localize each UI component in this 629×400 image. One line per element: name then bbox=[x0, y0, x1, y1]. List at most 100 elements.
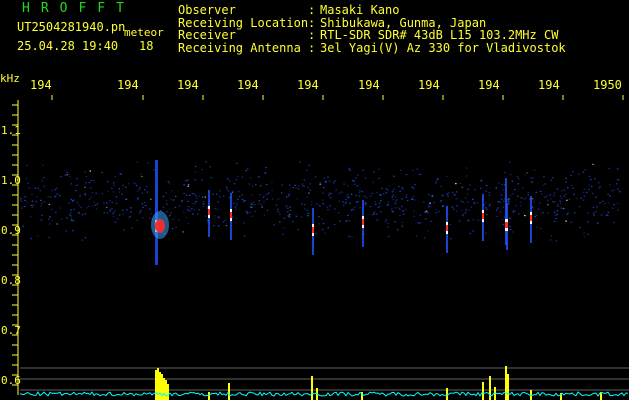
noise-pixel bbox=[532, 177, 534, 179]
noise-pixel bbox=[560, 197, 563, 199]
noise-pixel bbox=[31, 200, 34, 202]
noise-pixel bbox=[552, 201, 554, 203]
noise-pixel bbox=[427, 204, 430, 206]
noise-pixel bbox=[178, 205, 181, 207]
noise-pixel bbox=[186, 194, 188, 196]
noise-pixel bbox=[435, 209, 437, 211]
noise-pixel bbox=[440, 200, 443, 202]
noise-pixel bbox=[590, 185, 593, 188]
noise-pixel bbox=[486, 185, 488, 187]
noise-pixel bbox=[139, 212, 141, 214]
noise-pixel bbox=[92, 180, 95, 182]
noise-pixel bbox=[518, 178, 520, 180]
meteor-core bbox=[446, 225, 448, 231]
noise-pixel bbox=[414, 199, 416, 201]
noise-pixel bbox=[268, 192, 270, 194]
noise-pixel bbox=[125, 186, 127, 188]
meteor-core bbox=[230, 212, 232, 218]
noise-pixel bbox=[348, 235, 351, 237]
noise-pixel bbox=[358, 192, 361, 194]
noise-pixel bbox=[103, 212, 106, 214]
noise-pixel bbox=[145, 185, 148, 188]
noise-pixel bbox=[522, 187, 524, 189]
noise-pixel bbox=[70, 215, 72, 217]
noise-pixel bbox=[258, 200, 261, 202]
noise-pixel bbox=[232, 190, 234, 192]
noise-pixel bbox=[415, 235, 418, 237]
noise-pixel bbox=[391, 208, 393, 210]
noise-pixel bbox=[279, 213, 281, 215]
noise-pixel bbox=[212, 193, 214, 195]
noise-pixel bbox=[51, 220, 53, 222]
noise-pixel bbox=[588, 175, 591, 178]
noise-pixel bbox=[330, 192, 333, 195]
noise-pixel bbox=[288, 184, 291, 186]
noise-pixel bbox=[447, 195, 449, 197]
noise-pixel bbox=[326, 206, 329, 208]
noise-pixel bbox=[401, 225, 404, 227]
noise-pixel bbox=[309, 189, 311, 191]
noise-pixel bbox=[501, 183, 504, 186]
noise-pixel bbox=[187, 209, 189, 211]
noise-pixel bbox=[345, 198, 347, 201]
noise-pixel bbox=[116, 203, 118, 205]
noise-pixel bbox=[405, 194, 408, 196]
noise-pixel bbox=[576, 198, 578, 200]
noise-pixel bbox=[21, 207, 23, 209]
noise-pixel bbox=[169, 214, 171, 216]
noise-pixel bbox=[173, 199, 175, 201]
noise-pixel bbox=[319, 182, 322, 184]
noise-pixel bbox=[114, 202, 117, 204]
noise-pixel bbox=[287, 215, 289, 217]
noise-pixel bbox=[395, 200, 397, 202]
noise-pixel bbox=[321, 199, 324, 201]
noise-pixel bbox=[261, 206, 263, 208]
noise-pixel bbox=[285, 196, 288, 198]
noise-pixel bbox=[217, 201, 219, 203]
noise-pixel bbox=[419, 222, 421, 224]
noise-pixel bbox=[66, 174, 69, 176]
noise-pixel bbox=[306, 209, 308, 211]
noise-pixel bbox=[27, 182, 29, 184]
noise-pixel bbox=[299, 161, 301, 163]
noise-pixel bbox=[596, 206, 598, 208]
noise-pixel bbox=[321, 228, 324, 231]
noise-pixel bbox=[355, 194, 357, 197]
noise-pixel bbox=[387, 189, 389, 191]
noise-pixel bbox=[440, 185, 442, 188]
noise-pixel bbox=[308, 192, 310, 194]
noise-pixel bbox=[412, 169, 414, 172]
noise-pixel bbox=[423, 237, 426, 239]
noise-pixel bbox=[424, 218, 427, 220]
noise-pixel bbox=[473, 202, 475, 204]
noise-pixel bbox=[334, 208, 336, 210]
noise-pixel bbox=[202, 205, 205, 207]
noise-pixel bbox=[189, 210, 191, 212]
noise-pixel bbox=[226, 188, 228, 190]
meteor-core bbox=[530, 215, 532, 221]
noise-pixel bbox=[402, 188, 404, 190]
noise-pixel bbox=[391, 196, 394, 198]
noise-pixel bbox=[462, 201, 465, 204]
noise-pixel bbox=[235, 178, 238, 181]
noise-pixel bbox=[609, 195, 611, 197]
noise-pixel bbox=[442, 204, 444, 207]
noise-pixel bbox=[288, 195, 290, 197]
noise-pixel bbox=[375, 203, 377, 205]
noise-pixel bbox=[187, 185, 189, 187]
noise-pixel bbox=[350, 193, 353, 195]
noise-pixel bbox=[363, 195, 366, 197]
noise-pixel bbox=[517, 195, 519, 197]
noise-pixel bbox=[364, 177, 367, 179]
noise-pixel bbox=[88, 181, 91, 184]
level-bar bbox=[208, 392, 210, 400]
noise-pixel bbox=[113, 191, 115, 193]
noise-pixel bbox=[144, 189, 146, 191]
noise-pixel bbox=[162, 195, 165, 198]
noise-pixel bbox=[168, 182, 170, 184]
noise-pixel bbox=[430, 220, 432, 223]
noise-pixel bbox=[315, 232, 317, 234]
noise-pixel bbox=[353, 180, 355, 182]
noise-pixel bbox=[515, 205, 517, 207]
noise-pixel bbox=[64, 174, 67, 176]
